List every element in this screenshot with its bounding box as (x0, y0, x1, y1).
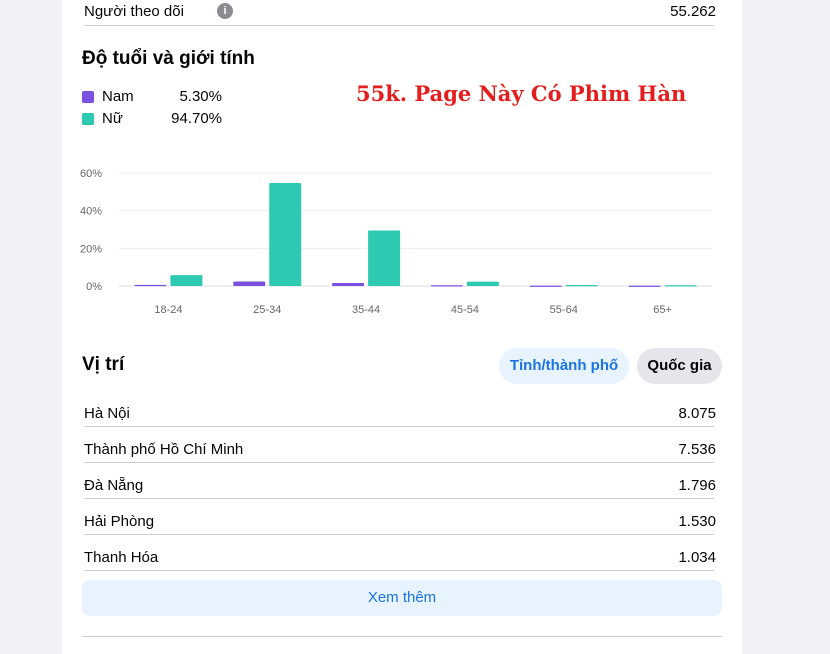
legend-swatch-male (82, 91, 94, 103)
chart-bar (269, 182, 302, 286)
chart-bar (134, 284, 167, 287)
location-row: Hà Nội 8.075 (84, 401, 716, 427)
chart-x-tick-label: 55-64 (550, 304, 578, 316)
legend-label-female: Nữ (102, 110, 123, 127)
chart-y-tick-label: 60% (80, 168, 102, 180)
chart-x-tick-label: 35-44 (352, 304, 380, 316)
chart-bar (368, 230, 401, 286)
age-gender-title: Độ tuổi và giới tính (82, 48, 255, 69)
followers-label: Người theo dõi (84, 3, 184, 20)
location-row: Thanh Hóa 1.034 (84, 545, 716, 571)
chart-bar (466, 281, 499, 286)
chart-bar (233, 281, 266, 286)
chart-x-tick-label: 25-34 (253, 304, 281, 316)
location-count: 1.034 (678, 549, 716, 566)
info-icon[interactable]: i (217, 3, 233, 19)
tab-country[interactable]: Quốc gia (637, 348, 722, 384)
chart-bar (664, 285, 697, 287)
location-row: Thành phố Hồ Chí Minh 7.536 (84, 437, 716, 463)
location-count: 8.075 (678, 405, 716, 422)
age-gender-chart: 0% 20% 40% 60% 18-24 25-34 35-44 45-54 55-64 65+ (80, 168, 712, 316)
tab-province[interactable]: Tỉnh/thành phố (499, 348, 629, 384)
location-row: Hải Phòng 1.530 (84, 509, 716, 535)
insights-panel: Người theo dõi i 55.262 Độ tuổi và giới … (62, 0, 742, 654)
legend-percent-male: 5.30% (179, 88, 222, 105)
chart-bar (332, 282, 365, 286)
followers-row: Người theo dõi i 55.262 (84, 0, 716, 26)
overlay-caption: 55k. Page Này Có Phim Hàn (356, 81, 687, 106)
chart-y-tick-label: 20% (80, 243, 102, 255)
chart-bar (565, 285, 598, 287)
chart-x-tick-label: 65+ (653, 304, 672, 316)
legend-label-male: Nam (102, 88, 134, 105)
divider (82, 636, 722, 637)
location-name: Thành phố Hồ Chí Minh (84, 441, 244, 458)
chart-bar (529, 285, 562, 287)
location-count: 1.530 (678, 513, 716, 530)
chart-y-tick-label: 0% (86, 281, 102, 293)
chart-bar (430, 285, 463, 287)
location-title: Vị trí (82, 354, 125, 375)
chart-x-tick-label: 18-24 (154, 304, 182, 316)
chart-bar (170, 275, 203, 286)
see-more-button[interactable]: Xem thêm (82, 580, 722, 616)
location-name: Đà Nẵng (84, 477, 144, 494)
location-name: Hà Nội (84, 405, 130, 422)
location-name: Hải Phòng (84, 513, 155, 530)
legend-swatch-female (82, 113, 94, 125)
legend-percent-female: 94.70% (171, 110, 222, 127)
location-row: Đà Nẵng 1.796 (84, 473, 716, 499)
chart-x-tick-label: 45-54 (451, 304, 479, 316)
location-count: 1.796 (678, 477, 716, 494)
location-name: Thanh Hóa (84, 549, 159, 566)
chart-bar (628, 285, 661, 287)
chart-y-tick-label: 40% (80, 206, 102, 218)
followers-value: 55.262 (670, 3, 716, 20)
location-count: 7.536 (678, 441, 716, 458)
